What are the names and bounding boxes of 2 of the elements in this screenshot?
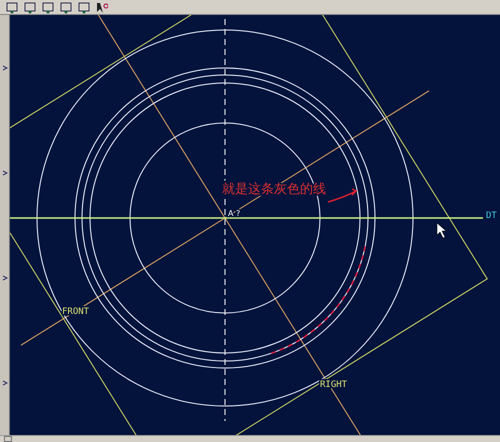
datum-label: DT (486, 211, 497, 221)
point-label: ? (236, 209, 240, 218)
